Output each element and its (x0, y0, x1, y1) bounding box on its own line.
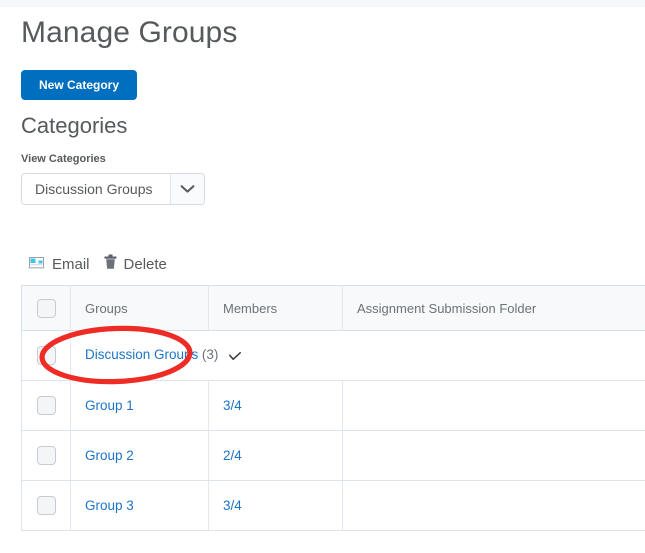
assignment-folder-cell (342, 380, 645, 431)
chevron-down-icon[interactable] (170, 174, 204, 204)
members-link[interactable]: 2/4 (223, 448, 242, 463)
view-categories-label: View Categories (21, 153, 106, 165)
table-row: Group 1 3/4 (21, 380, 645, 431)
new-category-button[interactable]: New Category (21, 70, 138, 100)
group-name-link[interactable]: Group 2 (85, 448, 134, 463)
page-content: Manage Groups New Category Categories Vi… (0, 6, 645, 531)
trash-icon (104, 254, 117, 275)
row-select-cell (21, 480, 71, 531)
email-label: Email (52, 255, 90, 273)
group-name-cell: Group 2 (70, 430, 209, 481)
members-link[interactable]: 3/4 (223, 498, 242, 513)
table-row: Group 3 3/4 (21, 480, 645, 531)
category-row-checkbox[interactable] (36, 346, 56, 365)
column-header-members[interactable]: Members (208, 285, 343, 331)
column-header-groups[interactable]: Groups (70, 285, 209, 331)
groups-table-wrapper: Groups Members Assignment Submission Fol… (0, 285, 645, 531)
manage-groups-page: Manage Groups New Category Categories Vi… (0, 0, 645, 553)
category-row-select-cell (21, 330, 71, 381)
category-name-link[interactable]: Discussion Groups (85, 347, 198, 362)
email-icon (28, 255, 45, 274)
assignment-folder-cell (342, 430, 645, 481)
members-cell: 2/4 (208, 430, 343, 481)
categories-heading: Categories (21, 113, 128, 138)
group-name-cell: Group 1 (70, 380, 209, 431)
group-name-link[interactable]: Group 3 (85, 498, 134, 513)
delete-button[interactable]: Delete (104, 254, 167, 275)
category-name-cell: Discussion Groups (3) (70, 330, 645, 381)
category-count: (3) (201, 347, 219, 363)
view-categories-select[interactable]: Discussion Groups (21, 173, 205, 205)
members-cell: 3/4 (208, 480, 343, 531)
select-all-header (21, 285, 71, 331)
expand-collapse-caret-icon[interactable] (229, 349, 242, 364)
table-header-row: Groups Members Assignment Submission Fol… (21, 285, 645, 331)
table-actions-toolbar: Email Delete (0, 253, 645, 275)
select-all-checkbox[interactable] (36, 298, 56, 318)
row-select-cell (21, 380, 71, 431)
members-cell: 3/4 (208, 380, 343, 431)
row-checkbox[interactable] (36, 396, 56, 415)
table-body: Discussion Groups (3) Group 1 3/4 Group … (21, 330, 645, 531)
row-checkbox[interactable] (36, 496, 56, 515)
table-row: Group 2 2/4 (21, 430, 645, 481)
groups-table: Groups Members Assignment Submission Fol… (21, 285, 645, 531)
row-checkbox[interactable] (36, 446, 56, 465)
category-row: Discussion Groups (3) (21, 330, 645, 381)
delete-label: Delete (123, 255, 167, 273)
members-link[interactable]: 3/4 (223, 398, 242, 413)
page-title: Manage Groups (21, 16, 238, 49)
column-header-assignment-submission-folder[interactable]: Assignment Submission Folder (342, 285, 645, 331)
assignment-folder-cell (342, 480, 645, 531)
group-name-cell: Group 3 (70, 480, 209, 531)
view-categories-selected-value: Discussion Groups (35, 181, 153, 197)
row-select-cell (21, 430, 71, 481)
email-button[interactable]: Email (28, 255, 90, 274)
table-head: Groups Members Assignment Submission Fol… (21, 285, 645, 331)
group-name-link[interactable]: Group 1 (85, 398, 134, 413)
